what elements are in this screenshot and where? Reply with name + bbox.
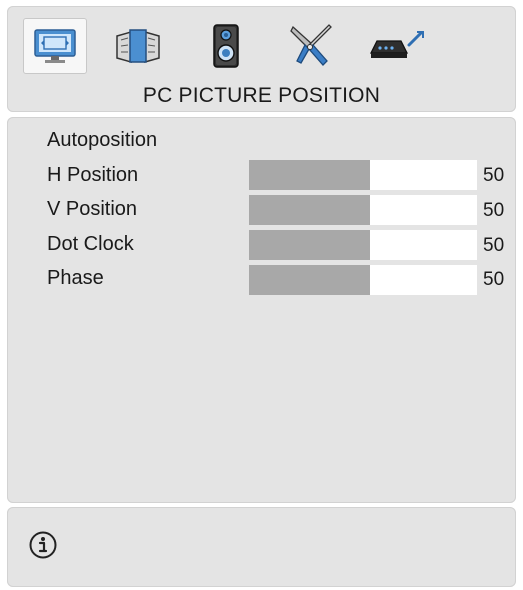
dot-clock-value: 50 [483, 235, 505, 256]
h-position-slider-fill [249, 160, 370, 190]
phase-slider-fill [249, 265, 370, 295]
dot-clock-slider-fill [249, 230, 370, 260]
picture-frames-icon [116, 29, 160, 63]
dot-clock-label[interactable]: Dot Clock [47, 233, 134, 256]
v-position-slider[interactable] [249, 195, 477, 225]
monitor-icon [34, 29, 76, 63]
h-position-slider[interactable] [249, 160, 477, 190]
satellite-receiver-icon [369, 31, 424, 58]
page-title: PC PICTURE POSITION [142, 84, 381, 107]
h-position-label[interactable]: H Position [47, 164, 138, 187]
tab-setup[interactable] [280, 18, 344, 74]
menu-body: Autoposition H Position 50 V Position 50… [7, 117, 516, 503]
menu-footer [7, 507, 516, 587]
speaker-icon [213, 24, 239, 68]
v-position-slider-fill [249, 195, 370, 225]
tools-icon [290, 24, 332, 66]
menu-header: PC PICTURE POSITION [7, 6, 516, 112]
tab-sound[interactable] [194, 18, 258, 74]
v-position-value: 50 [483, 200, 505, 221]
h-position-value: 50 [483, 165, 505, 186]
tab-bar [7, 18, 516, 78]
autoposition-item[interactable]: Autoposition [47, 129, 157, 152]
tab-source[interactable] [365, 18, 429, 74]
dot-clock-slider[interactable] [249, 230, 477, 260]
phase-value: 50 [483, 269, 505, 290]
phase-label[interactable]: Phase [47, 267, 104, 290]
info-icon [29, 531, 57, 559]
tab-picture[interactable] [23, 18, 87, 74]
tab-picture-settings[interactable] [106, 18, 170, 74]
phase-slider[interactable] [249, 265, 477, 295]
v-position-label[interactable]: V Position [47, 198, 137, 221]
